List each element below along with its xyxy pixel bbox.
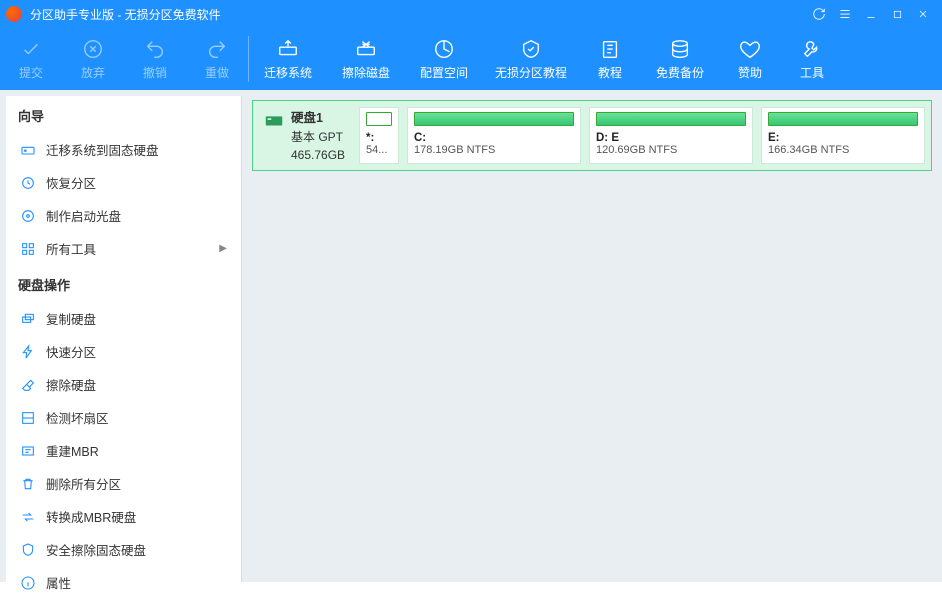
alloc-space-button[interactable]: 配置空间 — [405, 28, 483, 90]
shield-erase-icon — [20, 542, 36, 558]
info-icon — [20, 575, 36, 591]
sidebar-item-label: 擦除硬盘 — [46, 375, 227, 394]
sidebar-item-properties[interactable]: 属性 — [6, 566, 241, 599]
undo-button: 撤销 — [124, 28, 186, 90]
maximize-button[interactable] — [884, 0, 910, 28]
sidebar-item-label: 恢复分区 — [46, 173, 227, 192]
partition-sub: 178.19GB NTFS — [414, 144, 574, 156]
sidebar-item-secure-erase-ssd[interactable]: 安全擦除固态硬盘 — [6, 533, 241, 566]
commit-button: 提交 — [0, 28, 62, 90]
chevron-right-icon: ▶ — [219, 243, 227, 254]
main-area: 硬盘1 基本 GPT 465.76GB *: 54... C: 178.19GB… — [242, 90, 942, 582]
disk-size: 465.76GB — [291, 146, 345, 164]
disk-icon — [263, 109, 285, 136]
partition-label: E: — [768, 132, 918, 144]
migrate-os-label: 迁移系统 — [264, 64, 312, 81]
sidebar-item-all-tools[interactable]: 所有工具 ▶ — [6, 232, 241, 265]
titlebar: 分区助手专业版 - 无损分区免费软件 — [0, 0, 942, 28]
sidebar-item-bad-sectors[interactable]: 检测坏扇区 — [6, 401, 241, 434]
partition-bar — [366, 112, 392, 126]
sidebar-item-label: 复制硬盘 — [46, 309, 227, 328]
sidebar-item-label: 重建MBR — [46, 441, 227, 460]
sidebar-item-label: 转换成MBR硬盘 — [46, 507, 227, 526]
window-title: 分区助手专业版 - 无损分区免费软件 — [30, 6, 221, 23]
convert-icon — [20, 509, 36, 525]
free-backup-button[interactable]: 免费备份 — [641, 28, 719, 90]
recover-icon — [20, 175, 36, 191]
scan-icon — [20, 410, 36, 426]
sidebar-item-label: 所有工具 — [46, 239, 209, 258]
disk-card[interactable]: 硬盘1 基本 GPT 465.76GB *: 54... C: 178.19GB… — [252, 100, 932, 171]
partition-bar — [768, 112, 918, 126]
sidebar-item-label: 检测坏扇区 — [46, 408, 227, 427]
sidebar-section-wizard: 向导 — [6, 96, 241, 133]
undo-label: 撤销 — [143, 64, 167, 81]
disk-name: 硬盘1 — [291, 109, 345, 128]
disk-info: 硬盘1 基本 GPT 465.76GB — [259, 107, 351, 164]
commit-label: 提交 — [19, 64, 43, 81]
sidebar: 向导 迁移系统到固态硬盘 恢复分区 制作启动光盘 所有工具 ▶ 硬盘操作 复制硬… — [6, 96, 242, 582]
sidebar-item-convert-mbr[interactable]: 转换成MBR硬盘 — [6, 500, 241, 533]
sidebar-item-wipe-disk[interactable]: 擦除硬盘 — [6, 368, 241, 401]
sidebar-item-recover-partition[interactable]: 恢复分区 — [6, 166, 241, 199]
app-logo-icon — [6, 6, 22, 22]
sidebar-item-label: 制作启动光盘 — [46, 206, 227, 225]
discard-button: 放弃 — [62, 28, 124, 90]
tutorial-button[interactable]: 教程 — [579, 28, 641, 90]
partition-label: C: — [414, 132, 574, 144]
lossless-guide-button[interactable]: 无损分区教程 — [483, 28, 579, 90]
alloc-space-label: 配置空间 — [420, 64, 468, 81]
disc-icon — [20, 208, 36, 224]
wipe-disk-button[interactable]: 擦除磁盘 — [327, 28, 405, 90]
tools-button[interactable]: 工具 — [781, 28, 843, 90]
partition-label: *: — [366, 132, 392, 144]
sidebar-item-boot-disc[interactable]: 制作启动光盘 — [6, 199, 241, 232]
migrate-os-button[interactable]: 迁移系统 — [249, 28, 327, 90]
sidebar-item-rebuild-mbr[interactable]: 重建MBR — [6, 434, 241, 467]
sidebar-item-quick-partition[interactable]: 快速分区 — [6, 335, 241, 368]
sidebar-item-copy-disk[interactable]: 复制硬盘 — [6, 302, 241, 335]
sidebar-item-migrate-ssd[interactable]: 迁移系统到固态硬盘 — [6, 133, 241, 166]
sidebar-item-delete-all[interactable]: 删除所有分区 — [6, 467, 241, 500]
trash-icon — [20, 476, 36, 492]
eraser-icon — [20, 377, 36, 393]
donate-label: 赞助 — [738, 64, 762, 81]
menu-icon[interactable] — [832, 0, 858, 28]
partition-box[interactable]: *: 54... — [359, 107, 399, 164]
partition-sub: 54... — [366, 144, 392, 156]
tutorial-label: 教程 — [598, 64, 622, 81]
partition-bar — [414, 112, 574, 126]
redo-button: 重做 — [186, 28, 248, 90]
toolbar: 提交 放弃 撤销 重做 迁移系统 擦除磁盘 配置空间 无损分 — [0, 28, 942, 90]
partition-sub: 166.34GB NTFS — [768, 144, 918, 156]
disk-type: 基本 GPT — [291, 128, 345, 146]
ssd-icon — [20, 142, 36, 158]
lossless-guide-label: 无损分区教程 — [495, 64, 567, 81]
partition-sub: 120.69GB NTFS — [596, 144, 746, 156]
sidebar-item-label: 安全擦除固态硬盘 — [46, 540, 227, 559]
partition-box[interactable]: C: 178.19GB NTFS — [407, 107, 581, 164]
partition-box[interactable]: E: 166.34GB NTFS — [761, 107, 925, 164]
tools-label: 工具 — [800, 64, 824, 81]
sidebar-item-label: 属性 — [46, 573, 227, 592]
sidebar-section-disk-ops: 硬盘操作 — [6, 265, 241, 302]
refresh-icon[interactable] — [806, 0, 832, 28]
partition-box[interactable]: D: E 120.69GB NTFS — [589, 107, 753, 164]
partition-bar — [596, 112, 746, 126]
close-button[interactable] — [910, 0, 936, 28]
free-backup-label: 免费备份 — [656, 64, 704, 81]
redo-label: 重做 — [205, 64, 229, 81]
minimize-button[interactable] — [858, 0, 884, 28]
sidebar-item-label: 快速分区 — [46, 342, 227, 361]
copy-disk-icon — [20, 311, 36, 327]
wipe-disk-label: 擦除磁盘 — [342, 64, 390, 81]
donate-button[interactable]: 赞助 — [719, 28, 781, 90]
discard-label: 放弃 — [81, 64, 105, 81]
bolt-icon — [20, 344, 36, 360]
mbr-icon — [20, 443, 36, 459]
sidebar-item-label: 删除所有分区 — [46, 474, 227, 493]
grid-icon — [20, 241, 36, 257]
partition-label: D: E — [596, 132, 746, 144]
sidebar-item-label: 迁移系统到固态硬盘 — [46, 140, 227, 159]
